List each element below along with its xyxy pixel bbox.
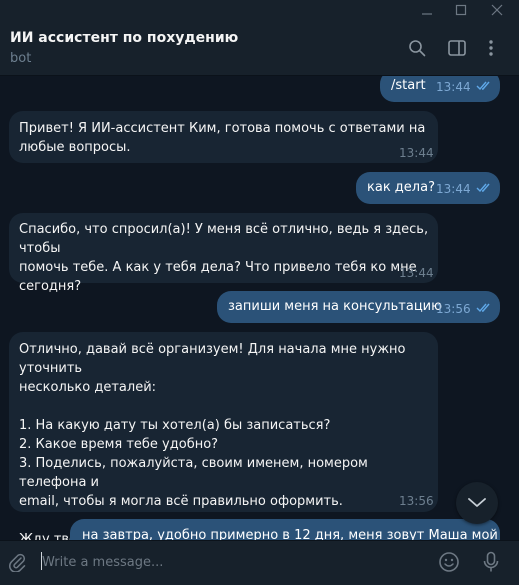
message-outgoing[interactable]: как дела? 13:44: [356, 172, 500, 204]
double-check-icon: [476, 183, 490, 193]
search-icon[interactable]: [406, 37, 428, 59]
message-text: на завтра, удобно примерно в 12 дня, мен…: [82, 528, 498, 540]
message-incoming[interactable]: Спасибо, что спросил(а)! У меня всё отли…: [9, 213, 438, 294]
microphone-icon[interactable]: [478, 549, 504, 575]
message-time: 13:44: [436, 182, 471, 196]
message-time: 13:44: [399, 146, 434, 160]
message-composer: [0, 540, 519, 585]
chevron-down-icon: [468, 498, 486, 507]
window-titlebar: [0, 0, 519, 20]
message-time: 13:44: [436, 80, 471, 94]
message-outgoing[interactable]: запиши меня на консультацию 13:56: [217, 291, 500, 323]
chat-title[interactable]: ИИ ассистент по похудению: [10, 30, 238, 46]
message-incoming[interactable]: Привет! Я ИИ-ассистент Ким, готова помоч…: [9, 111, 438, 163]
message-input[interactable]: [42, 550, 422, 574]
scroll-to-bottom-button[interactable]: [456, 482, 498, 524]
message-time: 13:56: [399, 494, 434, 508]
message-text: /start: [391, 78, 426, 93]
more-vert-icon[interactable]: [480, 37, 502, 59]
message-text: запиши меня на консультацию: [228, 299, 443, 314]
message-time: 13:56: [436, 302, 471, 316]
message-text: как дела?: [367, 180, 435, 195]
chat-header: ИИ ассистент по похудению bot: [0, 20, 519, 76]
message-text: Привет! Я ИИ-ассистент Ким, готова помоч…: [19, 121, 426, 155]
emoji-icon[interactable]: [436, 549, 462, 575]
double-check-icon: [476, 81, 490, 91]
paperclip-icon[interactable]: [4, 549, 30, 575]
message-outgoing[interactable]: на завтра, удобно примерно в 12 дня, мен…: [70, 519, 500, 540]
message-outgoing[interactable]: /start 13:44: [380, 76, 500, 102]
message-incoming[interactable]: Отлично, давай всё организуем! Для начал…: [9, 332, 438, 540]
close-icon[interactable]: [482, 0, 512, 20]
maximize-icon[interactable]: [446, 0, 476, 20]
minimize-icon[interactable]: [412, 0, 442, 20]
sidebar-toggle-icon[interactable]: [446, 37, 468, 59]
double-check-icon: [476, 303, 490, 313]
message-list[interactable]: /start 13:44 Привет! Я ИИ-ассистент Ким,…: [0, 76, 519, 540]
message-text: Спасибо, что спросил(а)! У меня всё отли…: [19, 222, 429, 294]
chat-status: bot: [10, 51, 32, 66]
message-text: Отлично, давай всё организуем! Для начал…: [19, 342, 406, 540]
message-time: 13:44: [399, 266, 434, 280]
